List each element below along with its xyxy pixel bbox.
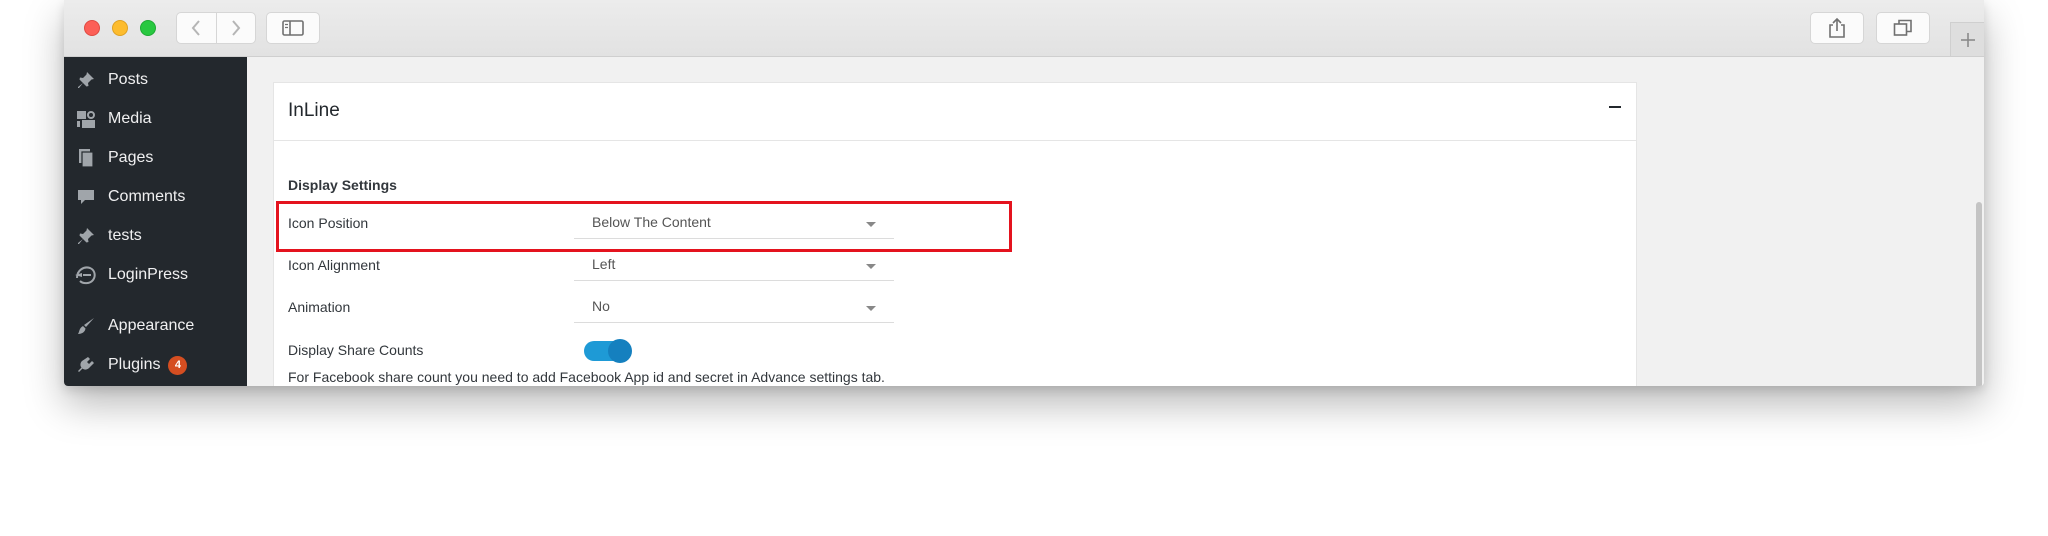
panel-title: InLine (288, 100, 340, 121)
settings-panel: InLine Display Settings Icon Position Be… (273, 82, 1637, 386)
sidebar-item-tests[interactable]: tests (64, 218, 247, 254)
loginpress-icon (74, 264, 98, 286)
share-icon (1829, 17, 1845, 38)
share-button[interactable] (1810, 12, 1864, 44)
plug-icon (74, 354, 98, 376)
animation-select[interactable]: No (574, 293, 894, 323)
chevron-right-icon (231, 20, 241, 36)
sidebar-item-label: Pages (108, 149, 154, 166)
pushpin-icon (74, 69, 98, 91)
icon-position-select[interactable]: Below The Content (574, 209, 894, 239)
share-counts-toggle[interactable] (584, 339, 632, 363)
show-tabs-button[interactable] (1876, 12, 1930, 44)
page-scrollbar[interactable] (1976, 202, 1982, 386)
sidebar-toggle-button[interactable] (266, 12, 320, 44)
select-value: Below The Content (592, 214, 711, 230)
sidebar-item-media[interactable]: Media (64, 101, 247, 137)
dropdown-caret-icon (866, 264, 876, 269)
select-value: No (592, 298, 610, 314)
main-content: InLine Display Settings Icon Position Be… (247, 57, 1984, 386)
update-count-badge: 4 (168, 355, 188, 375)
select-value: Left (592, 256, 616, 272)
share-counts-label: Display Share Counts (288, 342, 424, 358)
animation-label: Animation (288, 299, 351, 315)
browser-window: Posts Media Pages Comments tests LoginPr… (64, 0, 1984, 386)
sidebar-item-pages[interactable]: Pages (64, 140, 247, 176)
sidebar-item-label: Posts (108, 71, 149, 88)
toggle-knob (608, 339, 632, 363)
sidebar-icon (282, 20, 304, 36)
sidebar-item-loginpress[interactable]: LoginPress (64, 257, 247, 293)
sidebar-item-label: tests (108, 227, 142, 244)
facebook-note: For Facebook share count you need to add… (288, 369, 885, 385)
pages-icon (74, 147, 98, 169)
dropdown-caret-icon (866, 222, 876, 227)
sidebar-item-label: Comments (108, 188, 186, 205)
paintbrush-icon (74, 315, 98, 337)
icon-position-label: Icon Position (288, 215, 369, 231)
sidebar-item-label: Appearance (108, 317, 195, 334)
minimize-window-button[interactable] (112, 20, 128, 36)
admin-sidebar: Posts Media Pages Comments tests LoginPr… (64, 57, 247, 386)
icon-alignment-select[interactable]: Left (574, 251, 894, 281)
sidebar-item-label: Plugins (108, 356, 161, 373)
sidebar-item-posts[interactable]: Posts (64, 62, 247, 98)
collapse-panel-button[interactable] (1604, 96, 1626, 118)
title-bar (64, 0, 1984, 57)
zoom-window-button[interactable] (140, 20, 156, 36)
panel-header[interactable]: InLine (274, 83, 1636, 141)
section-title: Display Settings (288, 177, 397, 193)
tabs-icon (1893, 19, 1912, 36)
icon-alignment-label: Icon Alignment (288, 257, 380, 273)
forward-button[interactable] (217, 13, 256, 43)
sidebar-item-appearance[interactable]: Appearance (64, 308, 247, 344)
history-nav (176, 12, 256, 44)
media-icon (74, 108, 98, 130)
sidebar-item-label: LoginPress (108, 266, 189, 283)
chevron-left-icon (191, 20, 201, 36)
pushpin-icon (74, 225, 98, 247)
sidebar-item-comments[interactable]: Comments (64, 179, 247, 215)
back-button[interactable] (177, 13, 217, 43)
comment-icon (74, 186, 98, 208)
sidebar-item-plugins[interactable]: Plugins 4 (64, 347, 247, 383)
plus-icon (1960, 32, 1975, 47)
sidebar-item-label: Media (108, 110, 152, 127)
new-tab-button[interactable] (1950, 22, 1984, 56)
dropdown-caret-icon (866, 306, 876, 311)
close-window-button[interactable] (84, 20, 100, 36)
